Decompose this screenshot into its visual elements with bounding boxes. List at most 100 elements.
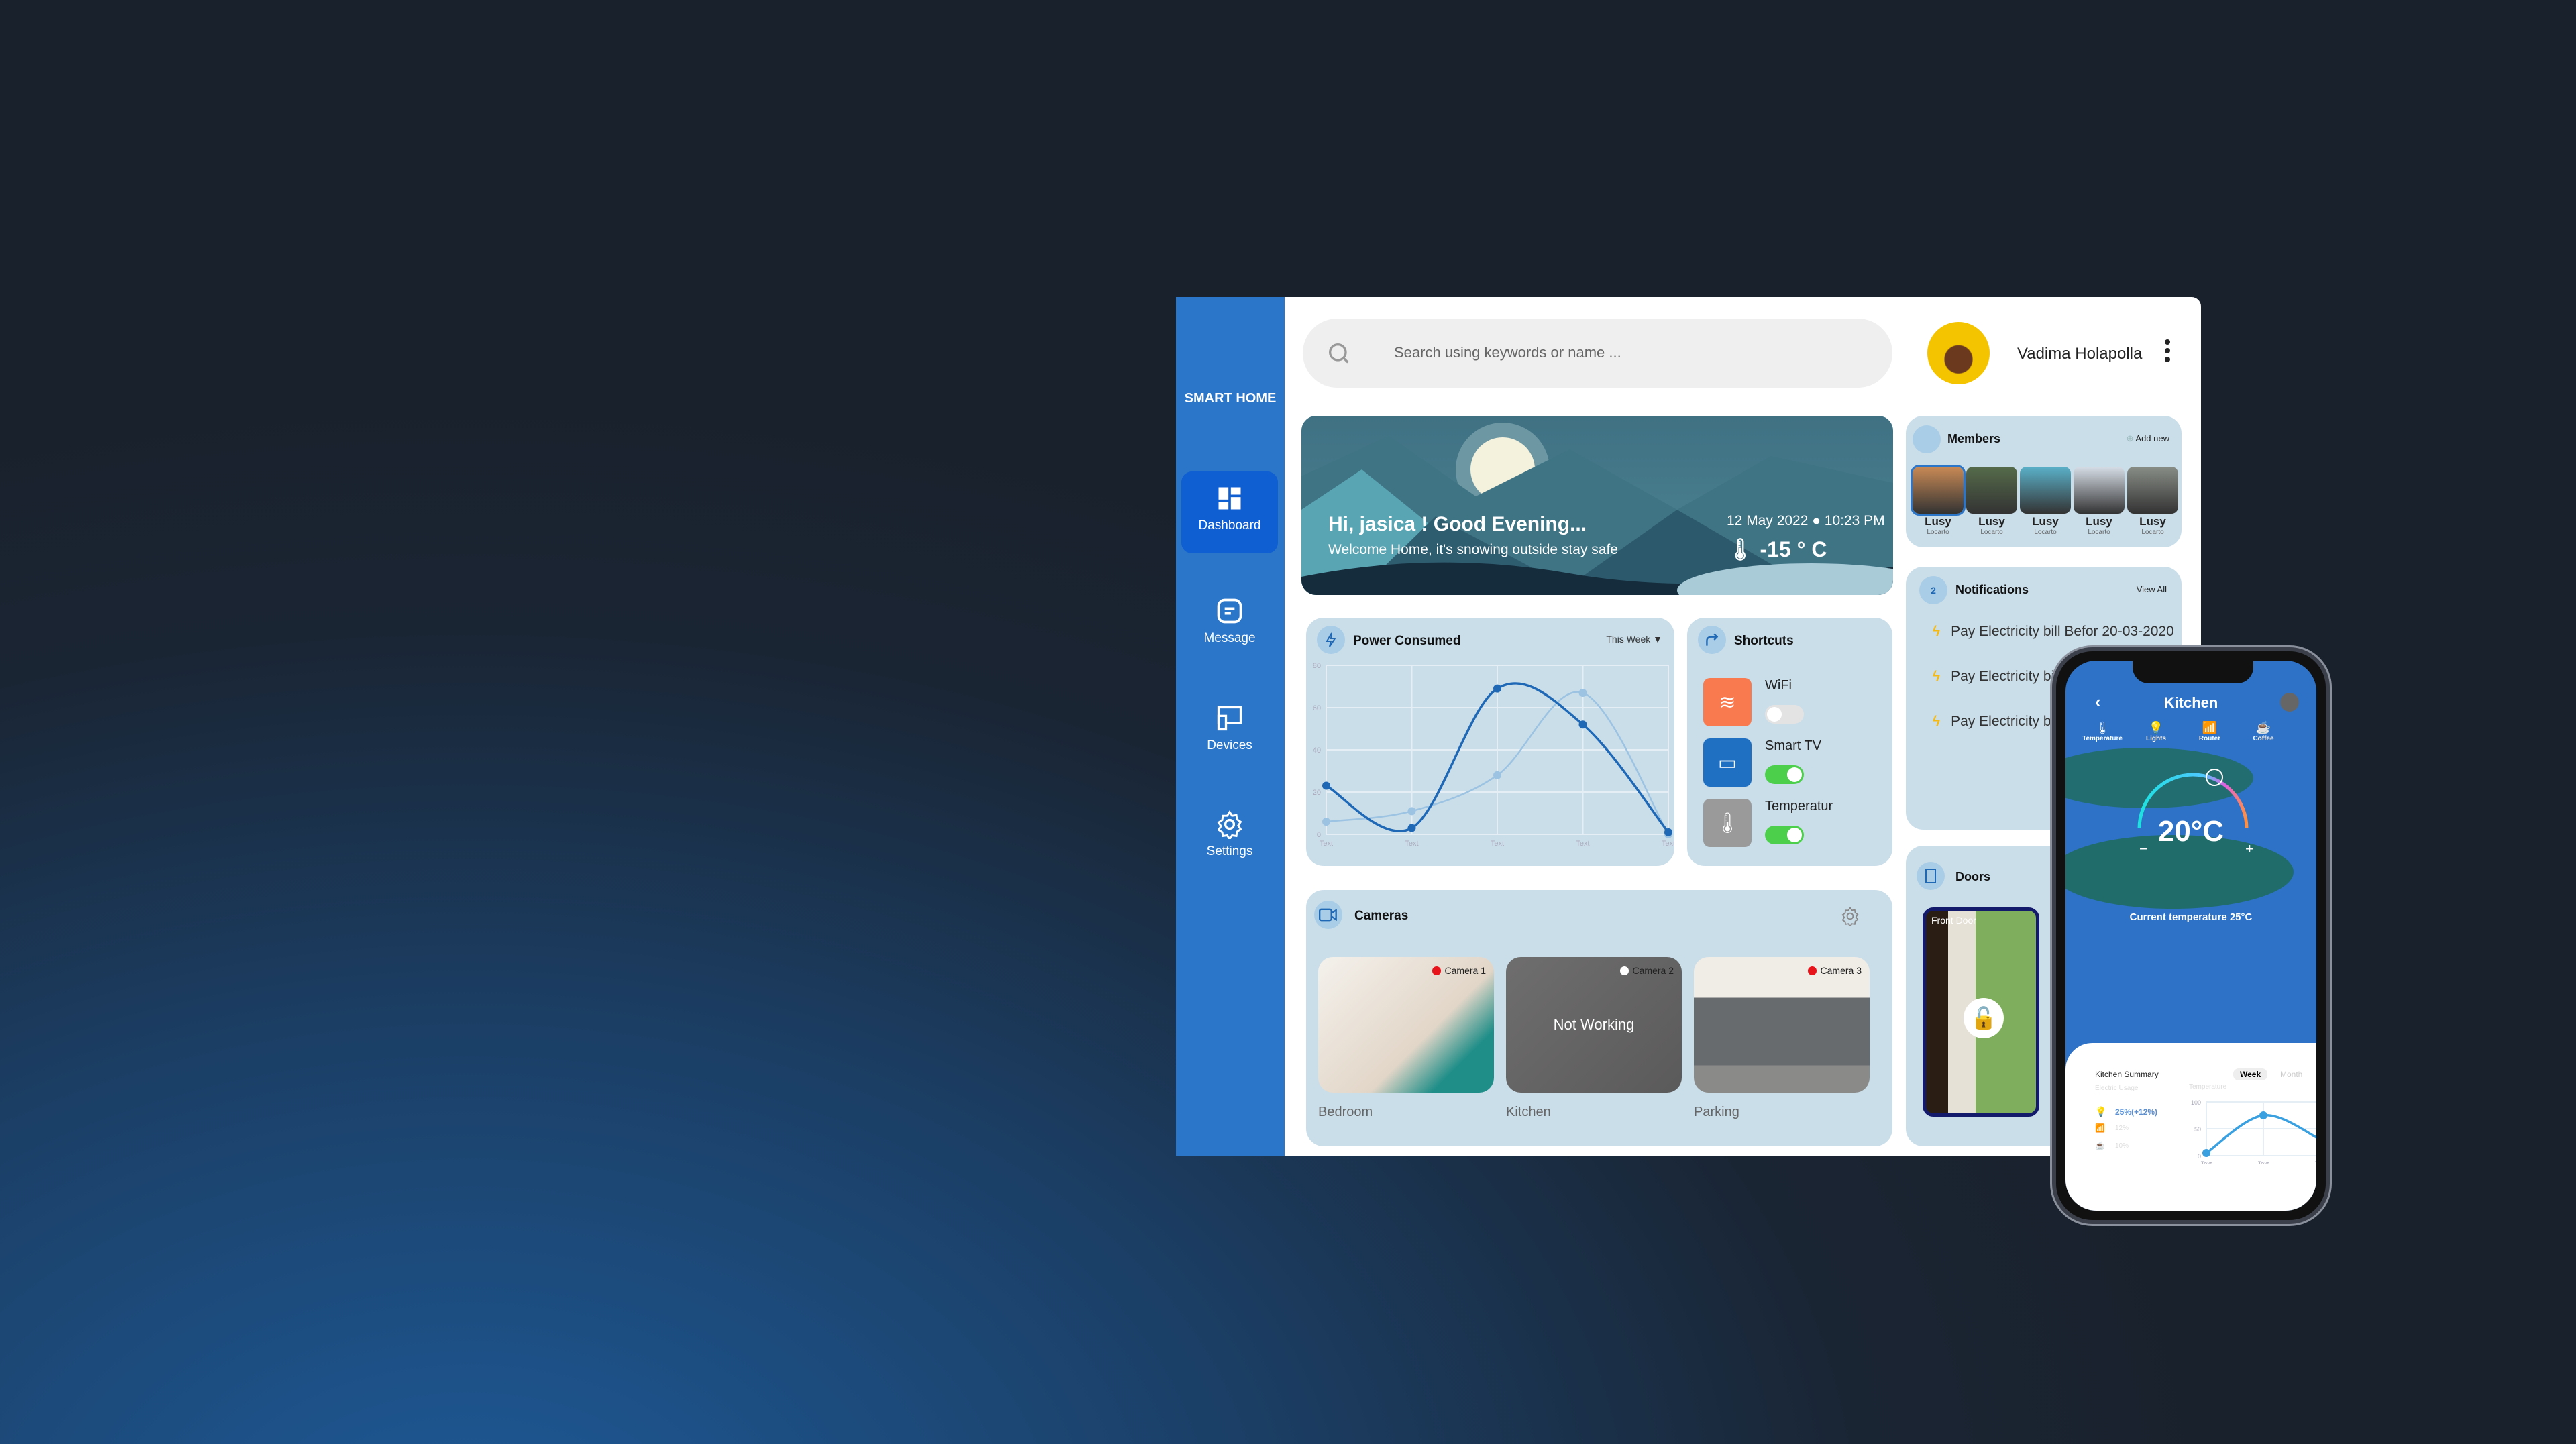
kebab-menu-icon[interactable] bbox=[2165, 339, 2171, 362]
unlock-icon[interactable]: 🔓 bbox=[1964, 998, 2004, 1038]
device-icon: 💡 bbox=[2148, 721, 2164, 734]
shortcuts-card: Shortcuts ≋ WiFi ▭ Smart TV 🌡 Temperatur bbox=[1687, 618, 1892, 866]
y-tick-label: 60 bbox=[1313, 704, 1321, 712]
status-dot bbox=[1432, 966, 1441, 975]
camera-badge: Camera 2 bbox=[1619, 965, 1674, 976]
tab-month[interactable]: Month bbox=[2280, 1070, 2302, 1079]
sidebar-item-label: Message bbox=[1203, 631, 1256, 645]
x-tick-label: Text bbox=[2201, 1160, 2212, 1164]
door-icon bbox=[1917, 862, 1945, 890]
shortcut-toggle[interactable] bbox=[1765, 765, 1804, 784]
camera-feed[interactable]: Camera 2 Not Working bbox=[1506, 957, 1682, 1093]
shortcut-icon-2[interactable]: 🌡 bbox=[1703, 799, 1752, 847]
gear-icon bbox=[1217, 810, 1242, 839]
avatar[interactable] bbox=[1927, 322, 1990, 384]
search-input[interactable]: Search using keywords or name ... bbox=[1303, 319, 1892, 388]
decrease-button[interactable]: − bbox=[2139, 840, 2148, 858]
member-photo bbox=[2020, 467, 2071, 514]
sidebar-item-dashboard[interactable]: Dashboard bbox=[1181, 471, 1278, 553]
shortcut-icon-0[interactable]: ≋ bbox=[1703, 678, 1752, 726]
camera-name: Parking bbox=[1694, 1105, 1739, 1119]
shortcut-icon-1[interactable]: ▭ bbox=[1703, 738, 1752, 787]
time: 10:23 PM bbox=[1824, 513, 1885, 529]
increase-button[interactable]: + bbox=[2245, 840, 2254, 858]
shortcut-toggle[interactable] bbox=[1765, 705, 1804, 724]
device-icon: ☕ bbox=[2255, 721, 2271, 734]
shortcut-toggle[interactable] bbox=[1765, 826, 1804, 844]
camera-name: Kitchen bbox=[1506, 1105, 1551, 1119]
y-tick-label: 20 bbox=[1313, 789, 1321, 797]
device-tab[interactable]: 🌡 Temperature bbox=[2079, 721, 2126, 742]
devices-icon bbox=[1217, 706, 1242, 731]
camera-name: Bedroom bbox=[1318, 1105, 1373, 1119]
camera-badge-label: Camera 3 bbox=[1820, 965, 1862, 976]
x-tick-label: Text bbox=[1576, 840, 1589, 848]
add-new-member-button[interactable]: ⊕ Add new bbox=[2127, 433, 2169, 444]
usage-router: 12% bbox=[2115, 1125, 2129, 1132]
x-tick-label: Text bbox=[1491, 840, 1504, 848]
phone-screen: ‹ Kitchen 🌡 Temperature 💡 Lights 📶 Router ☕ Cof… bbox=[2065, 661, 2316, 1211]
member-item[interactable]: Lusy Locarto bbox=[2127, 467, 2178, 536]
camera-badge-label: Camera 1 bbox=[1444, 965, 1486, 976]
phone-mockup: ‹ Kitchen 🌡 Temperature 💡 Lights 📶 Router ☕ Cof… bbox=[2052, 647, 2330, 1224]
data-point bbox=[2202, 1149, 2210, 1157]
device-tab[interactable]: 📶 Router bbox=[2186, 721, 2233, 742]
data-point bbox=[1322, 781, 1330, 790]
dashboard-icon bbox=[1218, 487, 1241, 510]
member-photo bbox=[1911, 465, 1966, 516]
data-point bbox=[1664, 828, 1672, 836]
camera-feed[interactable]: Camera 1 bbox=[1318, 957, 1494, 1093]
shortcut-label: Smart TV bbox=[1765, 738, 1822, 753]
sidebar-item-message[interactable]: Message bbox=[1181, 584, 1278, 666]
avatar[interactable] bbox=[2280, 693, 2299, 712]
camera-feed[interactable]: Camera 3 bbox=[1694, 957, 1870, 1093]
plus-circle-icon: ⊕ bbox=[2126, 433, 2134, 443]
lightning-icon: ϟ bbox=[1933, 669, 1941, 684]
card-title: Cameras bbox=[1354, 909, 1409, 923]
notification-item[interactable]: ϟ Pay Electricity bill Befor 20-03-2020 bbox=[1933, 624, 2174, 640]
video-camera-icon bbox=[1314, 901, 1342, 929]
data-point bbox=[1407, 807, 1416, 816]
data-point bbox=[1493, 771, 1501, 779]
device-tab[interactable]: 💡 Lights bbox=[2133, 721, 2180, 742]
member-item[interactable]: Lusy Locarto bbox=[1966, 467, 2017, 536]
member-item[interactable]: Lusy Locarto bbox=[1911, 465, 1966, 536]
lightning-icon: ϟ bbox=[1933, 714, 1941, 729]
member-name: Lusy bbox=[2139, 515, 2166, 528]
sidebar-item-label: Devices bbox=[1207, 738, 1252, 753]
card-title: Shortcuts bbox=[1734, 634, 1794, 648]
snowy-mountain-illustration bbox=[1301, 423, 1893, 595]
lightning-icon: ϟ bbox=[1933, 624, 1941, 639]
device-tab[interactable]: ☕ Coffee bbox=[2240, 721, 2287, 742]
member-item[interactable]: Lusy Locarto bbox=[2020, 467, 2071, 536]
thermometer-icon: 🌡 bbox=[1727, 537, 1754, 561]
series-line bbox=[2206, 1114, 2316, 1154]
sidebar: SMART HOME Dashboard Message Devices Set… bbox=[1176, 297, 1285, 1156]
data-point bbox=[1493, 684, 1501, 693]
data-point bbox=[1407, 824, 1416, 832]
status-dot bbox=[1619, 966, 1629, 975]
notification-text: Pay Electricity bill Befor 20-03-2020 bbox=[1951, 624, 2174, 639]
device-label: Temperature bbox=[2082, 735, 2123, 742]
sidebar-item-settings[interactable]: Settings bbox=[1181, 797, 1278, 879]
outdoor-temperature: 🌡 -15 ° C bbox=[1727, 537, 1827, 562]
sidebar-item-devices[interactable]: Devices bbox=[1181, 691, 1278, 773]
x-tick-label: Text bbox=[2315, 1160, 2316, 1164]
tab-week[interactable]: Week bbox=[2233, 1068, 2268, 1080]
y-tick-label: 0 bbox=[1317, 831, 1321, 839]
power-consumed-card: Power Consumed This Week ▼ 0 20 40 60 80 Text… bbox=[1306, 618, 1674, 866]
member-photo bbox=[2074, 467, 2125, 514]
member-item[interactable]: Lusy Locarto bbox=[2074, 467, 2125, 536]
view-all-link[interactable]: View All bbox=[2137, 584, 2167, 594]
cameras-card: Cameras Camera 1 Bedroom Camera 2 Not Worki… bbox=[1306, 890, 1892, 1146]
coffee-icon: ☕ bbox=[2095, 1141, 2105, 1150]
device-label: Coffee bbox=[2253, 735, 2274, 742]
camera-badge: Camera 1 bbox=[1432, 965, 1486, 976]
bell-icon: 2 bbox=[1919, 576, 1947, 604]
sidebar-item-label: Dashboard bbox=[1198, 518, 1261, 533]
user-name: Vadima Holapolla bbox=[2017, 345, 2143, 363]
power-line-chart: 0 20 40 60 80 Text Text Text Text Text bbox=[1313, 662, 1674, 848]
gear-icon[interactable] bbox=[1840, 906, 1860, 926]
front-door-camera[interactable]: Front Door 🔓 bbox=[1923, 907, 2039, 1117]
notification-count: 2 bbox=[1931, 585, 1936, 596]
